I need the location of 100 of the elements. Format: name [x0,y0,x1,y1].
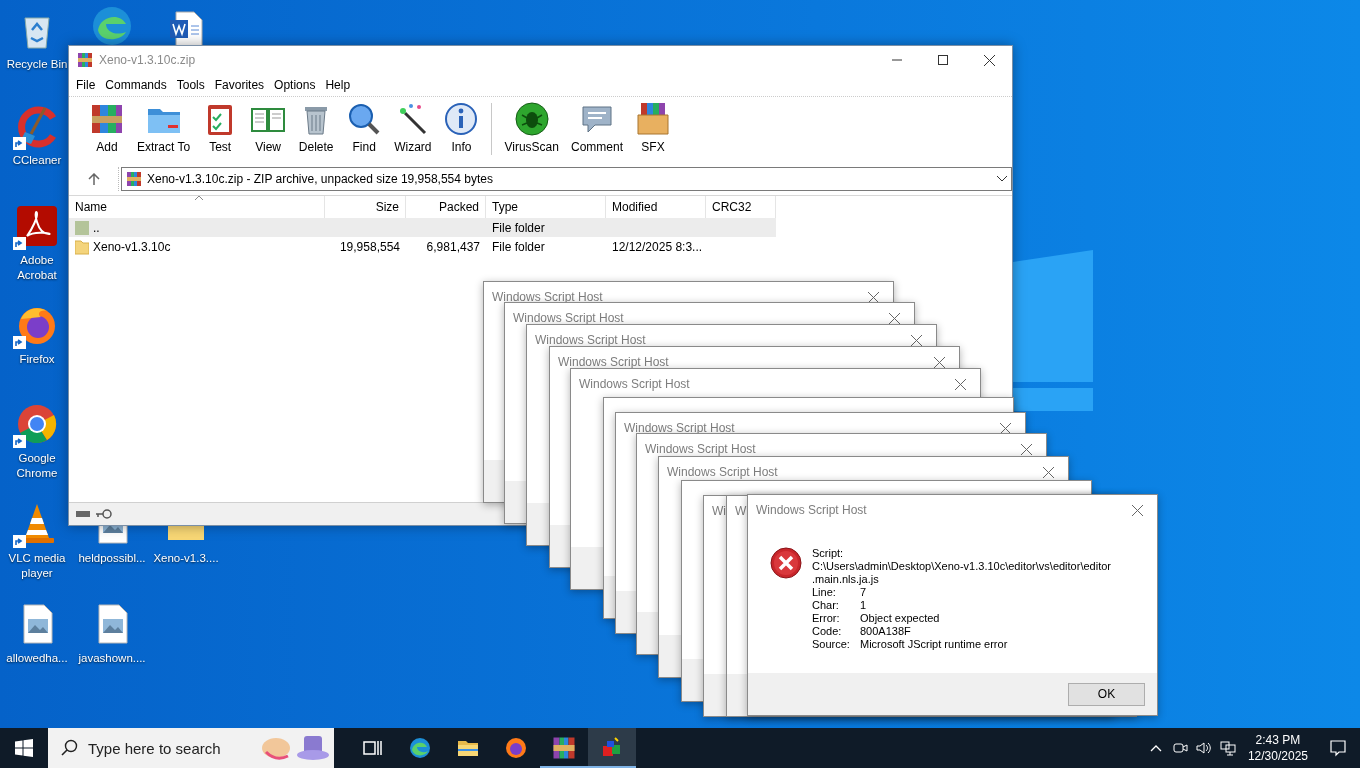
desktop-icon-label[interactable]: heldpossibl... [78,551,146,566]
close-icon [983,54,995,66]
field-label: Code: [812,625,843,638]
toolbar-button[interactable]: Delete [292,101,341,154]
clock[interactable]: 2:43 PM 12/30/2025 [1239,732,1316,764]
windows-icon [15,739,33,757]
dialog-title: Wi [712,504,726,518]
notification-icon [1329,739,1347,757]
table-cell-text: File folder [491,238,546,256]
folder-icon [75,219,89,236]
menu-item[interactable]: Favorites [209,78,270,92]
desktop-icon-label[interactable]: Xeno-v1.3.... [153,551,219,566]
field-value: Microsoft JScript runtime error [860,638,1008,651]
close-icon [910,334,922,346]
bug-icon [513,101,550,137]
close-icon [933,356,945,368]
toolbar-button[interactable]: SFX [629,101,677,154]
toolbar-button[interactable]: Extract To [131,101,197,154]
volume-icon [1194,740,1213,756]
file-name[interactable]: Xeno-v1.3.10c [69,237,325,256]
archive-icon [126,171,142,187]
chevron-up-icon [1149,744,1162,752]
dialog-title: Windows Script Host [535,333,646,347]
search-field[interactable]: Type here to search [48,728,334,768]
sort-caret-icon [194,196,204,201]
dialog-title: Windows Script Host [513,311,624,325]
address-field[interactable]: Xeno-v1.3.10c.zip - ZIP archive, unpacked size 19,958,554 bytes [121,167,1012,191]
drive-icon [75,509,91,519]
toolbar-button[interactable]: Wizard [388,101,438,154]
menu-item[interactable]: Tools [171,78,210,92]
box-icon [635,101,671,137]
shortcut-arrow-icon [13,435,26,448]
menu-item[interactable]: File [71,78,101,92]
camera-icon [1171,740,1188,756]
toolbar-button[interactable]: VirusScan [498,101,565,154]
dialog-title: Windows Script Host [558,355,669,369]
close-icon [888,312,900,324]
close-icon [1020,443,1032,455]
table-cell-text: File folder [491,219,546,237]
desktop-icon-label[interactable]: CCleaner [12,153,62,168]
close-icon [1131,504,1143,516]
desktop-icon-label[interactable]: Adobe Acrobat [6,253,68,283]
dialog-title: Windows Script Host [756,503,867,517]
close-icon [867,291,879,303]
table-cell-text: 19,958,554 [338,238,401,256]
desktop-icon-label[interactable]: Recycle Bin [6,57,68,72]
ok-button[interactable]: OK [1068,682,1145,706]
field-value: Object expected [860,612,940,625]
dialog-title: Windows Script Host [492,290,603,304]
taskbar-app-button[interactable] [588,728,636,768]
toolbar-button[interactable]: Find [340,101,389,154]
toolbar-button[interactable]: Add [83,101,131,154]
toolbar-button[interactable]: Info [437,101,486,154]
toolbar-button[interactable]: View [244,101,293,154]
file-name[interactable]: .. [69,218,325,237]
shortcut-arrow-icon [13,137,26,150]
script-path: C:\Users\admin\Desktop\Xeno-v1.3.10c\editor\vs\editor\editor [812,560,1111,573]
field-label: Line: [812,586,837,599]
desktop-icon-label[interactable]: javashown.... [78,651,146,666]
dialog-title: Windows Script Host [624,421,735,435]
table-cell-text: 6,981,437 [425,238,481,256]
folder-icon [75,238,89,255]
desktop-icon-label[interactable]: Firefox [19,352,55,367]
window-title: Xeno-v1.3.10c.zip [99,53,197,67]
close-icon [954,378,966,390]
error-icon [770,547,802,579]
desktop-icon-label[interactable]: VLC media player [6,551,68,581]
field-label: Error: [812,612,841,625]
dialog-title: Windows Script Host [667,465,778,479]
maximize-icon [938,55,948,65]
field-label: Source: [812,638,851,651]
shortcut-arrow-icon [13,336,26,349]
firefox-icon [504,736,528,760]
desktop-icon-label[interactable]: Google Chrome [6,451,68,481]
archive-icon [77,52,93,68]
toolbar-button[interactable]: Test [196,101,245,154]
field-value: 7 [860,586,867,599]
menu-item[interactable]: Commands [100,78,172,92]
field-value: 800A138F [860,625,911,638]
field-value: 1 [860,599,867,612]
table-cell-text: 12/12/2025 8:3... [611,238,704,256]
toolbar-button[interactable]: Comment [564,101,629,154]
dialog-title: Windows Script Host [579,377,690,391]
info-icon [443,101,480,137]
archive-icon [552,736,576,760]
close-icon [1042,466,1054,478]
dialog-title: Windows Script Host [645,442,756,456]
menu-item[interactable]: Options [269,78,321,92]
edge-icon [408,736,432,760]
key-icon [95,508,113,520]
up-arrow-icon [87,173,100,185]
message-text: Script: [812,547,845,560]
field-label: Char: [812,599,840,612]
shortcut-arrow-icon [13,237,26,250]
shortcut-arrow-icon [13,535,26,548]
menu-item[interactable]: Help [320,78,356,92]
network-icon [1218,740,1237,756]
script-path: .main.nls.ja.js [812,573,880,586]
close-icon [999,422,1011,434]
desktop-icon-label[interactable]: allowedha... [6,651,68,666]
